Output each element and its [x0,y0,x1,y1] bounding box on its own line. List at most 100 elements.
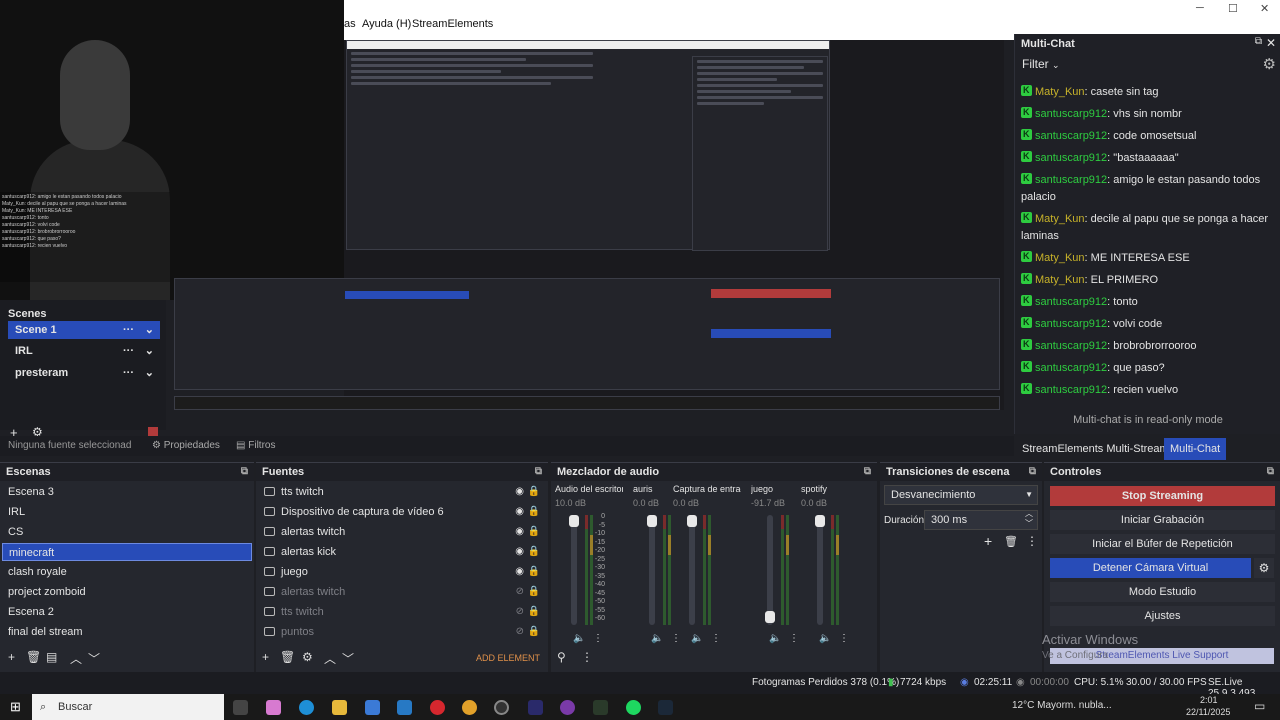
more-icon[interactable]: ⋮ [839,633,849,644]
filters-button[interactable]: ▤ Filtros [236,440,275,451]
scene-mini-item[interactable]: presteram ··· ⌄ [8,364,160,382]
eye-icon[interactable]: ◉ [515,523,524,541]
obs-icon[interactable] [494,700,509,715]
popout-icon[interactable]: ⧉ [864,463,871,481]
scene-item[interactable]: project zomboid [2,583,252,601]
scene-mini-item[interactable]: Scene 1 ··· ⌄ [8,321,160,339]
chevron-down-icon[interactable]: ﹀ [88,650,100,667]
menu-streamelements[interactable]: StreamElements [412,18,493,30]
stop-streaming-button[interactable]: Stop Streaming [1050,486,1275,506]
gear-icon[interactable]: ⚙ [302,650,313,664]
fader-knob[interactable] [647,515,657,527]
opera-icon[interactable] [430,700,445,715]
replay-buffer-button[interactable]: Iniciar el Búfer de Repetición [1050,534,1275,554]
popout-icon[interactable]: ⧉ [535,463,542,481]
popout-icon[interactable]: ⧉ [1267,463,1274,481]
chat-username[interactable]: santuscarp912 [1035,318,1107,330]
lock-icon[interactable]: 🔒 [528,523,540,541]
tab-multichat[interactable]: Multi-Chat [1164,438,1227,460]
scene-mini-item[interactable]: IRL ··· ⌄ [8,342,160,360]
scene-item[interactable]: minecraft [2,543,252,561]
fader-knob[interactable] [569,515,579,527]
terminal-icon[interactable] [593,700,608,715]
source-item[interactable]: Dispositivo de captura de vídeo 6 ◉ 🔒 [258,503,546,521]
eye-off-icon[interactable]: ⊘ [516,583,524,601]
popout-icon[interactable]: ⧉ [1255,36,1262,47]
chat-username[interactable]: santuscarp912 [1035,108,1107,120]
maximize-icon[interactable]: ☐ [1228,2,1238,15]
link-icon[interactable]: ⚲ [557,650,566,664]
scene-item[interactable]: Escena 3 [2,483,252,501]
source-item[interactable]: alertas twitch ⊘ 🔒 [258,583,546,601]
scene-item[interactable]: CS [2,523,252,541]
windows-start-icon[interactable]: ⊞ [10,699,21,715]
source-item[interactable]: tts twitch ◉ 🔒 [258,483,546,501]
app-icon[interactable] [560,700,575,715]
chat-username[interactable]: santuscarp912 [1035,340,1107,352]
chat-username[interactable]: Maty_Kun [1035,274,1085,286]
studio-mode-button[interactable]: Modo Estudio [1050,582,1275,602]
more-icon[interactable]: ⋮ [581,650,593,664]
add-icon[interactable]: + [262,650,269,664]
chevron-down-icon[interactable]: ﹀ [342,650,354,667]
fader-knob[interactable] [815,515,825,527]
more-icon[interactable]: ⋮ [593,633,603,644]
edge-icon[interactable] [299,700,314,715]
chevron-down-icon[interactable]: ⌄ [145,321,154,339]
stream-preview[interactable] [174,40,1004,410]
eye-off-icon[interactable]: ⊘ [516,603,524,621]
eye-icon[interactable]: ◉ [515,543,524,561]
volume-fader[interactable] [815,515,825,625]
minimize-icon[interactable]: ─ [1196,2,1204,14]
source-item[interactable]: alertas kick ◉ 🔒 [258,543,546,561]
source-item[interactable]: tts twitch ⊘ 🔒 [258,603,546,621]
virtual-camera-button[interactable]: Detener Cámara Virtual [1050,558,1251,578]
more-icon[interactable]: ⋮ [1026,534,1038,548]
spotify-icon[interactable] [626,700,641,715]
chevron-down-icon[interactable]: ⌄ [145,364,154,382]
mute-speaker-icon[interactable]: 🔈 [769,633,781,644]
fader-knob[interactable] [687,515,697,527]
scene-item[interactable]: IRL [2,503,252,521]
source-item[interactable]: alertas twitch ◉ 🔒 [258,523,546,541]
add-icon[interactable]: + [8,650,15,664]
menu-item[interactable]: as [344,18,356,30]
more-icon[interactable]: ··· [123,342,134,360]
popout-icon[interactable]: ⧉ [1029,463,1036,481]
chevron-down-icon[interactable]: ⌄ [145,342,154,360]
copilot-icon[interactable] [266,700,281,715]
lock-icon[interactable]: 🔒 [528,543,540,561]
close-icon[interactable]: ✕ [1266,36,1276,50]
more-icon[interactable]: ⋮ [789,633,799,644]
more-icon[interactable]: ··· [123,364,134,382]
mute-speaker-icon[interactable]: 🔈 [691,633,703,644]
store-icon[interactable] [365,700,380,715]
volume-fader[interactable] [569,515,579,625]
chat-username[interactable]: santuscarp912 [1035,152,1107,164]
duration-spinbox[interactable]: 300 ms ︿ ﹀ [924,509,1038,530]
eye-icon[interactable]: ◉ [515,483,524,501]
source-item[interactable]: puntos ⊘ 🔒 [258,623,546,641]
eye-icon[interactable]: ◉ [515,503,524,521]
weather-text[interactable]: 12°C Mayorm. nubla... [1012,700,1112,711]
volume-fader[interactable] [765,515,775,625]
taskbar-search[interactable]: ⌕ Buscar [32,694,224,720]
chrome-icon[interactable] [462,700,477,715]
eye-icon[interactable]: ◉ [515,563,524,581]
mute-speaker-icon[interactable]: 🔈 [573,633,585,644]
chat-username[interactable]: Maty_Kun [1035,213,1085,225]
chat-username[interactable]: santuscarp912 [1035,296,1107,308]
mute-speaker-icon[interactable]: 🔈 [651,633,663,644]
more-icon[interactable]: ⋮ [711,633,721,644]
menu-help[interactable]: Ayuda (H) [362,18,411,30]
chat-username[interactable]: santuscarp912 [1035,130,1107,142]
settings-button[interactable]: Ajustes [1050,606,1275,626]
chat-username[interactable]: Maty_Kun [1035,86,1085,98]
filter-dropdown[interactable]: Filter ⌄ [1022,57,1060,71]
gear-icon[interactable]: ⚙ [1263,55,1276,73]
lock-icon[interactable]: 🔒 [528,623,540,641]
volume-fader[interactable] [647,515,657,625]
lock-icon[interactable]: 🔒 [528,503,540,521]
chat-username[interactable]: santuscarp912 [1035,362,1107,374]
notification-icon[interactable]: ▭ [1254,699,1265,713]
